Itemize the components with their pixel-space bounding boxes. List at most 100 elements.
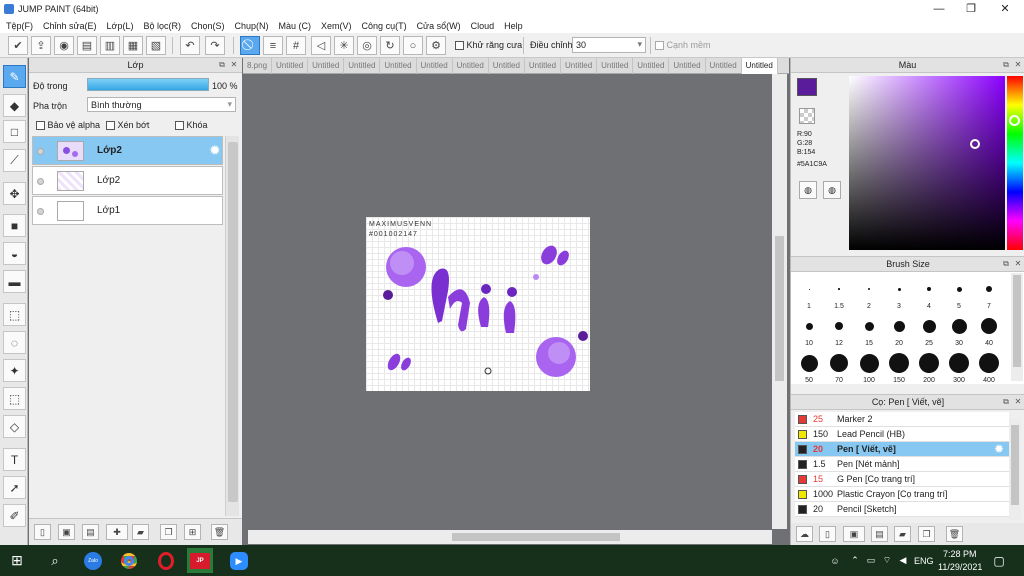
palette-settings-icon[interactable]: ◍ <box>823 181 841 199</box>
merge-icon[interactable]: ⊞ <box>184 524 201 540</box>
brush-size-option[interactable]: 100 <box>857 351 881 385</box>
brush-size-option[interactable]: 3 <box>887 277 911 311</box>
layout-icon[interactable]: ▦ <box>123 36 143 55</box>
visibility-icon[interactable] <box>37 208 44 215</box>
brush-size-scrollbar[interactable] <box>1011 273 1023 381</box>
layer-row[interactable]: Lớp2 ✹ <box>32 136 223 165</box>
circle-snap-icon[interactable]: ○ <box>403 36 423 55</box>
grid-snap-icon[interactable]: # <box>286 36 306 55</box>
speech-bubble-icon[interactable]: ◉ <box>54 36 74 55</box>
perspective-icon[interactable]: ◁ <box>311 36 331 55</box>
parallel-lines-icon[interactable]: ≡ <box>263 36 283 55</box>
cloud-icon[interactable]: ☁ <box>796 526 813 542</box>
rect-select-icon[interactable]: □ <box>3 120 26 143</box>
brush-size-option[interactable]: 5 <box>947 277 971 311</box>
minimize-button[interactable]: — <box>924 0 954 18</box>
tab-document[interactable]: Untitled <box>633 58 670 74</box>
menu-cloud[interactable]: Cloud <box>471 21 495 31</box>
gradient-icon[interactable]: ▬ <box>3 270 26 293</box>
panel-close-icon[interactable]: ✕ <box>1013 259 1023 269</box>
folder-icon[interactable]: ▰ <box>132 524 149 540</box>
adjust-select[interactable]: 30 ▾ <box>572 37 646 53</box>
brush-size-option[interactable]: 25 <box>917 314 941 348</box>
magic-wand-icon[interactable]: ✦ <box>3 359 26 382</box>
brush-size-option[interactable]: 40 <box>977 314 1001 348</box>
concentric-icon[interactable]: ◎ <box>357 36 377 55</box>
redo-icon[interactable]: ↷ <box>205 36 225 55</box>
menu-tools[interactable]: Công cụ(T) <box>362 21 407 31</box>
jump-paint-taskbar-icon[interactable]: JP <box>187 548 213 573</box>
undock-icon[interactable]: ⧉ <box>1001 60 1011 70</box>
copy-icon[interactable]: ▤ <box>871 526 888 542</box>
tab-document[interactable]: Untitled <box>669 58 706 74</box>
settings-icon[interactable]: ⚙ <box>426 36 446 55</box>
text-icon[interactable]: T <box>3 448 26 471</box>
bucket-icon[interactable]: ◒ <box>3 242 26 265</box>
brush-item[interactable]: 25 Marker 2 <box>795 412 1009 427</box>
trash-icon[interactable]: 🗑 <box>946 526 963 542</box>
windows-start-icon[interactable]: ⊞ <box>4 548 30 573</box>
tab-document[interactable]: Untitled <box>380 58 417 74</box>
lasso-icon[interactable]: ◌ <box>3 331 26 354</box>
folder-icon[interactable]: ▰ <box>894 526 911 542</box>
blend-select[interactable]: Bình thường ▾ <box>87 97 236 112</box>
network-icon[interactable]: ⌔ <box>880 548 894 573</box>
menu-help[interactable]: Help <box>504 21 523 31</box>
operation-icon[interactable]: ➚ <box>3 476 26 499</box>
undock-icon[interactable]: ⧉ <box>1001 397 1011 407</box>
opacity-slider[interactable] <box>87 78 209 91</box>
gear-icon[interactable]: ✹ <box>994 442 1004 456</box>
zalo-icon[interactable]: Zalo <box>80 548 106 573</box>
lock-checkbox[interactable] <box>175 121 184 131</box>
fill-rect-icon[interactable]: ■ <box>3 214 26 237</box>
tray-up-icon[interactable]: ⌃ <box>848 548 862 573</box>
page-icon[interactable]: ▥ <box>100 36 120 55</box>
palette-icon[interactable]: ◍ <box>799 181 817 199</box>
tab-document[interactable]: 8.png <box>243 58 273 74</box>
vertical-scrollbar[interactable] <box>772 74 787 529</box>
menu-filter[interactable]: Bộ lọc(R) <box>143 21 181 31</box>
brush-size-option[interactable]: 70 <box>827 351 851 385</box>
radial-icon[interactable]: ✳ <box>334 36 354 55</box>
menu-edit[interactable]: Chỉnh sửa(E) <box>43 21 97 31</box>
tab-document[interactable]: Untitled <box>417 58 453 74</box>
menu-color[interactable]: Màu (C) <box>279 21 312 31</box>
horizontal-scrollbar[interactable] <box>248 530 772 544</box>
panel-close-icon[interactable]: ✕ <box>229 60 239 70</box>
eyedropper-icon[interactable]: ✐ <box>3 504 26 527</box>
close-button[interactable]: ✕ <box>990 0 1020 18</box>
brush-size-option[interactable]: 300 <box>947 351 971 385</box>
volume-icon[interactable]: ◀ <box>896 548 910 573</box>
brush-item[interactable]: 1000 Plastic Crayon [Cọ trang trí] <box>795 487 1009 502</box>
clock-time[interactable]: 7:28 PM <box>943 549 977 559</box>
menu-select[interactable]: Chọn(S) <box>191 21 225 31</box>
menu-file[interactable]: Tệp(F) <box>6 21 33 31</box>
brush-size-option[interactable]: 30 <box>947 314 971 348</box>
tab-document[interactable]: Untitled <box>597 58 634 74</box>
brush-size-option[interactable]: 400 <box>977 351 1001 385</box>
brush-item[interactable]: 1.5 Pen [Nét mảnh] <box>795 457 1009 472</box>
tab-document-active[interactable]: Untitled <box>741 58 778 74</box>
menu-view[interactable]: Xem(V) <box>321 21 352 31</box>
visibility-icon[interactable] <box>37 178 44 185</box>
new-brush-icon[interactable]: ▯ <box>819 526 836 542</box>
brush-item[interactable]: 20 Pen [ Viết, vẽ] ✹ <box>795 442 1009 457</box>
layer-row[interactable]: Lớp1 <box>32 196 223 225</box>
tab-document[interactable]: Untitled <box>525 58 562 74</box>
new-raster-icon[interactable]: ▣ <box>58 524 75 540</box>
antialias-checkbox[interactable] <box>455 41 464 51</box>
notification-icon[interactable]: ▢ <box>990 548 1008 573</box>
hue-slider[interactable] <box>1007 76 1023 250</box>
tab-document[interactable]: Untitled <box>272 58 309 74</box>
brush-size-option[interactable]: 4 <box>917 277 941 311</box>
clock-date[interactable]: 11/29/2021 <box>938 562 982 572</box>
brush-size-option[interactable]: 15 <box>857 314 881 348</box>
upload-icon[interactable]: ⇪ <box>31 36 51 55</box>
menu-window[interactable]: Cửa sổ(W) <box>417 21 461 31</box>
brush-size-option[interactable]: 20 <box>887 314 911 348</box>
menu-capture[interactable]: Chụp(N) <box>235 21 269 31</box>
brush-size-option[interactable]: 150 <box>887 351 911 385</box>
panel-close-icon[interactable]: ✕ <box>1013 60 1023 70</box>
opera-icon[interactable] <box>153 548 179 573</box>
select-pen-icon[interactable]: ⬚ <box>3 387 26 410</box>
